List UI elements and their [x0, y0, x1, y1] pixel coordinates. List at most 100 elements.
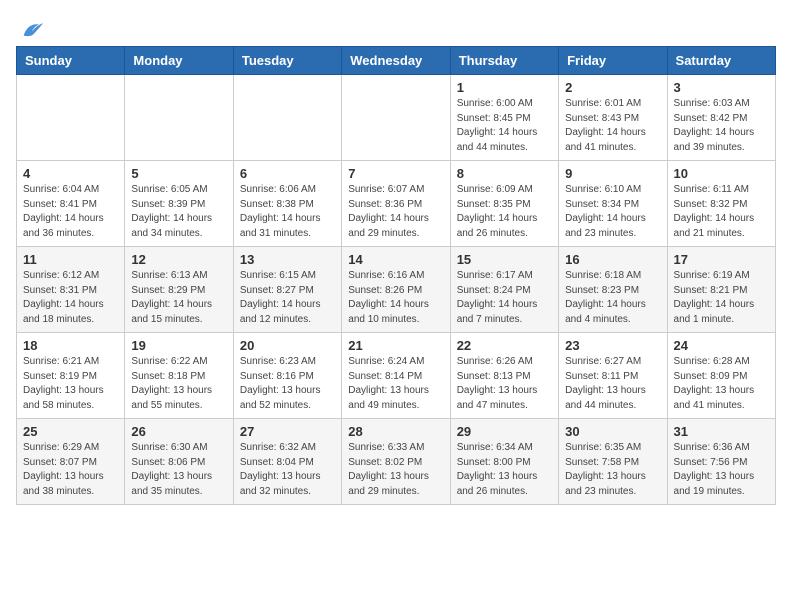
day-number: 2 — [565, 80, 660, 95]
day-number: 6 — [240, 166, 335, 181]
calendar-day-cell: 30 Sunrise: 6:35 AM Sunset: 7:58 PM Dayli… — [559, 419, 667, 505]
day-info: Sunrise: 6:03 AM Sunset: 8:42 PM Dayligh… — [674, 97, 769, 155]
day-of-week-header: Wednesday — [342, 47, 450, 75]
day-number: 31 — [674, 424, 769, 439]
calendar-day-cell: 23 Sunrise: 6:27 AM Sunset: 8:11 PM Dayli… — [559, 333, 667, 419]
logo-bird-icon — [18, 16, 46, 44]
calendar-day-cell: 20 Sunrise: 6:23 AM Sunset: 8:16 PM Dayli… — [233, 333, 341, 419]
day-number: 4 — [23, 166, 118, 181]
day-number: 14 — [348, 252, 443, 267]
day-number: 7 — [348, 166, 443, 181]
day-number: 21 — [348, 338, 443, 353]
day-number: 11 — [23, 252, 118, 267]
day-info: Sunrise: 6:10 AM Sunset: 8:34 PM Dayligh… — [565, 183, 660, 241]
day-number: 20 — [240, 338, 335, 353]
day-info: Sunrise: 6:35 AM Sunset: 7:58 PM Dayligh… — [565, 441, 660, 499]
day-info: Sunrise: 6:27 AM Sunset: 8:11 PM Dayligh… — [565, 355, 660, 413]
calendar-week-row: 18 Sunrise: 6:21 AM Sunset: 8:19 PM Dayli… — [17, 333, 776, 419]
day-number: 22 — [457, 338, 552, 353]
calendar-day-cell: 2 Sunrise: 6:01 AM Sunset: 8:43 PM Daylig… — [559, 75, 667, 161]
calendar-day-cell: 5 Sunrise: 6:05 AM Sunset: 8:39 PM Daylig… — [125, 161, 233, 247]
calendar-day-cell: 6 Sunrise: 6:06 AM Sunset: 8:38 PM Daylig… — [233, 161, 341, 247]
day-number: 10 — [674, 166, 769, 181]
day-info: Sunrise: 6:21 AM Sunset: 8:19 PM Dayligh… — [23, 355, 118, 413]
day-info: Sunrise: 6:06 AM Sunset: 8:38 PM Dayligh… — [240, 183, 335, 241]
day-number: 23 — [565, 338, 660, 353]
calendar-header-row: SundayMondayTuesdayWednesdayThursdayFrid… — [17, 47, 776, 75]
calendar-week-row: 11 Sunrise: 6:12 AM Sunset: 8:31 PM Dayli… — [17, 247, 776, 333]
day-info: Sunrise: 6:28 AM Sunset: 8:09 PM Dayligh… — [674, 355, 769, 413]
day-info: Sunrise: 6:01 AM Sunset: 8:43 PM Dayligh… — [565, 97, 660, 155]
day-info: Sunrise: 6:09 AM Sunset: 8:35 PM Dayligh… — [457, 183, 552, 241]
day-info: Sunrise: 6:22 AM Sunset: 8:18 PM Dayligh… — [131, 355, 226, 413]
day-number: 16 — [565, 252, 660, 267]
calendar-day-cell: 12Sunrise: 6:13 AM Sunset: 8:29 PM Dayli… — [125, 247, 233, 333]
calendar-week-row: 25 Sunrise: 6:29 AM Sunset: 8:07 PM Dayli… — [17, 419, 776, 505]
calendar-day-cell: 24 Sunrise: 6:28 AM Sunset: 8:09 PM Dayli… — [667, 333, 775, 419]
calendar-week-row: 4 Sunrise: 6:04 AM Sunset: 8:41 PM Daylig… — [17, 161, 776, 247]
day-number: 25 — [23, 424, 118, 439]
calendar-day-cell: 19 Sunrise: 6:22 AM Sunset: 8:18 PM Dayli… — [125, 333, 233, 419]
day-info: Sunrise: 6:17 AM Sunset: 8:24 PM Dayligh… — [457, 269, 552, 327]
day-number: 27 — [240, 424, 335, 439]
calendar-day-cell: 7Sunrise: 6:07 AM Sunset: 8:36 PM Daylig… — [342, 161, 450, 247]
day-info: Sunrise: 6:12 AM Sunset: 8:31 PM Dayligh… — [23, 269, 118, 327]
calendar-day-cell: 14 Sunrise: 6:16 AM Sunset: 8:26 PM Dayli… — [342, 247, 450, 333]
day-info: Sunrise: 6:30 AM Sunset: 8:06 PM Dayligh… — [131, 441, 226, 499]
calendar-day-cell: 10 Sunrise: 6:11 AM Sunset: 8:32 PM Dayli… — [667, 161, 775, 247]
day-info: Sunrise: 6:32 AM Sunset: 8:04 PM Dayligh… — [240, 441, 335, 499]
day-number: 8 — [457, 166, 552, 181]
day-info: Sunrise: 6:26 AM Sunset: 8:13 PM Dayligh… — [457, 355, 552, 413]
day-info: Sunrise: 6:16 AM Sunset: 8:26 PM Dayligh… — [348, 269, 443, 327]
day-info: Sunrise: 6:36 AM Sunset: 7:56 PM Dayligh… — [674, 441, 769, 499]
calendar-day-cell: 27 Sunrise: 6:32 AM Sunset: 8:04 PM Dayli… — [233, 419, 341, 505]
day-number: 3 — [674, 80, 769, 95]
day-info: Sunrise: 6:11 AM Sunset: 8:32 PM Dayligh… — [674, 183, 769, 241]
calendar-day-cell: 16Sunrise: 6:18 AM Sunset: 8:23 PM Dayli… — [559, 247, 667, 333]
day-number: 29 — [457, 424, 552, 439]
day-number: 18 — [23, 338, 118, 353]
calendar-day-cell — [125, 75, 233, 161]
day-number: 15 — [457, 252, 552, 267]
day-number: 24 — [674, 338, 769, 353]
day-number: 1 — [457, 80, 552, 95]
calendar-day-cell — [233, 75, 341, 161]
calendar-day-cell — [342, 75, 450, 161]
day-number: 30 — [565, 424, 660, 439]
calendar-day-cell: 11 Sunrise: 6:12 AM Sunset: 8:31 PM Dayli… — [17, 247, 125, 333]
calendar-day-cell: 26Sunrise: 6:30 AM Sunset: 8:06 PM Dayli… — [125, 419, 233, 505]
calendar-day-cell — [17, 75, 125, 161]
day-number: 9 — [565, 166, 660, 181]
calendar-day-cell: 8 Sunrise: 6:09 AM Sunset: 8:35 PM Daylig… — [450, 161, 558, 247]
day-info: Sunrise: 6:33 AM Sunset: 8:02 PM Dayligh… — [348, 441, 443, 499]
calendar-week-row: 1Sunrise: 6:00 AM Sunset: 8:45 PM Daylig… — [17, 75, 776, 161]
calendar-day-cell: 13Sunrise: 6:15 AM Sunset: 8:27 PM Dayli… — [233, 247, 341, 333]
calendar-day-cell: 21Sunrise: 6:24 AM Sunset: 8:14 PM Dayli… — [342, 333, 450, 419]
day-info: Sunrise: 6:04 AM Sunset: 8:41 PM Dayligh… — [23, 183, 118, 241]
day-info: Sunrise: 6:05 AM Sunset: 8:39 PM Dayligh… — [131, 183, 226, 241]
calendar-day-cell: 15 Sunrise: 6:17 AM Sunset: 8:24 PM Dayli… — [450, 247, 558, 333]
calendar-day-cell: 4 Sunrise: 6:04 AM Sunset: 8:41 PM Daylig… — [17, 161, 125, 247]
day-info: Sunrise: 6:29 AM Sunset: 8:07 PM Dayligh… — [23, 441, 118, 499]
day-info: Sunrise: 6:23 AM Sunset: 8:16 PM Dayligh… — [240, 355, 335, 413]
day-of-week-header: Saturday — [667, 47, 775, 75]
day-of-week-header: Sunday — [17, 47, 125, 75]
calendar-day-cell: 1Sunrise: 6:00 AM Sunset: 8:45 PM Daylig… — [450, 75, 558, 161]
calendar-table: SundayMondayTuesdayWednesdayThursdayFrid… — [16, 46, 776, 505]
calendar-day-cell: 25 Sunrise: 6:29 AM Sunset: 8:07 PM Dayli… — [17, 419, 125, 505]
day-number: 5 — [131, 166, 226, 181]
day-number: 19 — [131, 338, 226, 353]
day-info: Sunrise: 6:15 AM Sunset: 8:27 PM Dayligh… — [240, 269, 335, 327]
day-of-week-header: Tuesday — [233, 47, 341, 75]
page-header — [16, 16, 776, 38]
calendar-day-cell: 22 Sunrise: 6:26 AM Sunset: 8:13 PM Dayli… — [450, 333, 558, 419]
day-number: 12 — [131, 252, 226, 267]
day-of-week-header: Friday — [559, 47, 667, 75]
day-number: 17 — [674, 252, 769, 267]
calendar-day-cell: 31 Sunrise: 6:36 AM Sunset: 7:56 PM Dayli… — [667, 419, 775, 505]
day-info: Sunrise: 6:19 AM Sunset: 8:21 PM Dayligh… — [674, 269, 769, 327]
calendar-day-cell: 3 Sunrise: 6:03 AM Sunset: 8:42 PM Daylig… — [667, 75, 775, 161]
day-of-week-header: Thursday — [450, 47, 558, 75]
day-of-week-header: Monday — [125, 47, 233, 75]
calendar-day-cell: 17 Sunrise: 6:19 AM Sunset: 8:21 PM Dayli… — [667, 247, 775, 333]
